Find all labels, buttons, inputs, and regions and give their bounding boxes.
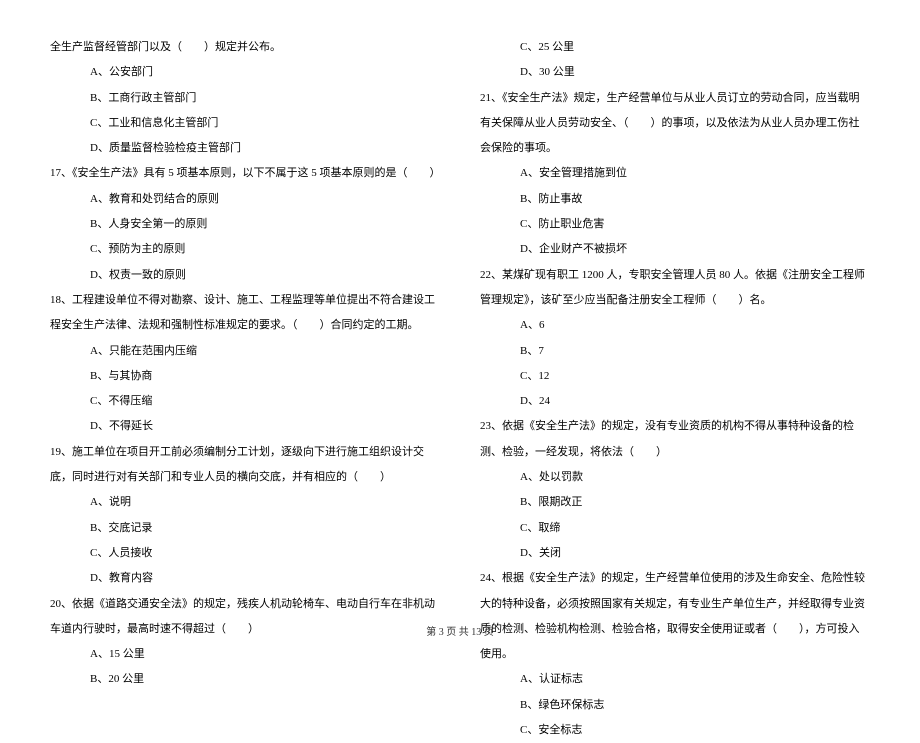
- q24: 24、根据《安全生产法》的规定，生产经营单位使用的涉及生命安全、危险性较大的特种…: [480, 566, 870, 667]
- q21-opt-b: B、防止事故: [480, 187, 870, 212]
- q21-opt-d: D、企业财产不被损坏: [480, 237, 870, 262]
- page-content: 全生产监督经管部门以及（ ）规定并公布。 A、公安部门 B、工商行政主管部门 C…: [50, 35, 870, 615]
- page-footer: 第 3 页 共 13 页: [0, 623, 920, 638]
- q20-opt-a: A、15 公里: [50, 642, 440, 667]
- q19-opt-a: A、说明: [50, 490, 440, 515]
- q24-opt-c: C、安全标志: [480, 718, 870, 743]
- q23-opt-d: D、关闭: [480, 541, 870, 566]
- q17-opt-d: D、权责一致的原则: [50, 263, 440, 288]
- q17-opt-b: B、人身安全第一的原则: [50, 212, 440, 237]
- q18-opt-a: A、只能在范围内压缩: [50, 339, 440, 364]
- q18: 18、工程建设单位不得对勘察、设计、施工、工程监理等单位提出不符合建设工程安全生…: [50, 288, 440, 339]
- q23-opt-b: B、限期改正: [480, 490, 870, 515]
- q22: 22、某煤矿现有职工 1200 人，专职安全管理人员 80 人。依据《注册安全工…: [480, 263, 870, 314]
- q19: 19、施工单位在项目开工前必须编制分工计划，逐级向下进行施工组织设计交底，同时进…: [50, 440, 440, 491]
- q19-opt-c: C、人员接收: [50, 541, 440, 566]
- q24-opt-a: A、认证标志: [480, 667, 870, 692]
- q16-opt-b: B、工商行政主管部门: [50, 86, 440, 111]
- q23-opt-a: A、处以罚款: [480, 465, 870, 490]
- q16-opt-a: A、公安部门: [50, 60, 440, 85]
- q23-opt-c: C、取缔: [480, 516, 870, 541]
- q22-opt-b: B、7: [480, 339, 870, 364]
- q20-opt-b: B、20 公里: [50, 667, 440, 692]
- q18-opt-c: C、不得压缩: [50, 389, 440, 414]
- q22-opt-d: D、24: [480, 389, 870, 414]
- left-column: 全生产监督经管部门以及（ ）规定并公布。 A、公安部门 B、工商行政主管部门 C…: [50, 35, 440, 615]
- q23: 23、依据《安全生产法》的规定，没有专业资质的机构不得从事特种设备的检测、检验，…: [480, 414, 870, 465]
- q17-opt-a: A、教育和处罚结合的原则: [50, 187, 440, 212]
- q20-opt-c: C、25 公里: [480, 35, 870, 60]
- q16-opt-d: D、质量监督检验检疫主管部门: [50, 136, 440, 161]
- q17: 17、《安全生产法》具有 5 项基本原则，以下不属于这 5 项基本原则的是（ ）: [50, 161, 440, 186]
- q17-opt-c: C、预防为主的原则: [50, 237, 440, 262]
- q21: 21、《安全生产法》规定，生产经营单位与从业人员订立的劳动合同，应当载明有关保障…: [480, 86, 870, 162]
- q16-opt-c: C、工业和信息化主管部门: [50, 111, 440, 136]
- q19-opt-b: B、交底记录: [50, 516, 440, 541]
- q19-opt-d: D、教育内容: [50, 566, 440, 591]
- q18-opt-b: B、与其协商: [50, 364, 440, 389]
- q16-tail: 全生产监督经管部门以及（ ）规定并公布。: [50, 35, 440, 60]
- q24-opt-b: B、绿色环保标志: [480, 693, 870, 718]
- q21-opt-c: C、防止职业危害: [480, 212, 870, 237]
- q18-opt-d: D、不得延长: [50, 414, 440, 439]
- q21-opt-a: A、安全管理措施到位: [480, 161, 870, 186]
- right-column: C、25 公里 D、30 公里 21、《安全生产法》规定，生产经营单位与从业人员…: [480, 35, 870, 615]
- q22-opt-c: C、12: [480, 364, 870, 389]
- q22-opt-a: A、6: [480, 313, 870, 338]
- q20-opt-d: D、30 公里: [480, 60, 870, 85]
